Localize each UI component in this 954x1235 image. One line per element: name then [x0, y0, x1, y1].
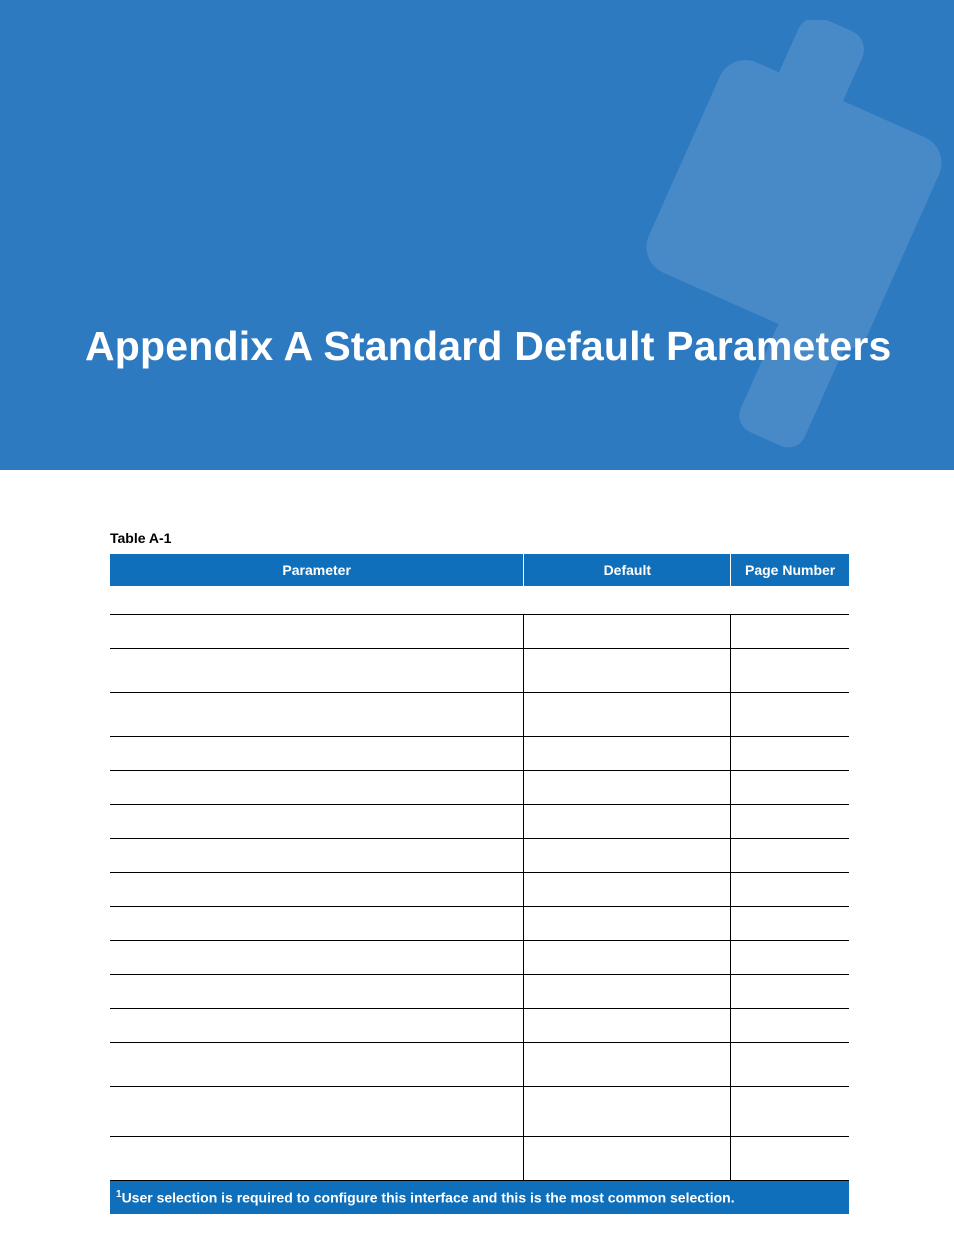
table-spacer-row — [110, 586, 849, 614]
table-row — [110, 692, 849, 736]
page-title: Appendix A Standard Default Parameters — [85, 323, 892, 370]
table-footnote: 1User selection is required to configure… — [110, 1180, 849, 1214]
table-row — [110, 838, 849, 872]
table-row — [110, 736, 849, 770]
footnote-text: User selection is required to configure … — [122, 1190, 735, 1206]
table-row — [110, 872, 849, 906]
table-row — [110, 1008, 849, 1042]
table-row — [110, 974, 849, 1008]
table-row — [110, 804, 849, 838]
scanner-watermark-icon — [584, 20, 954, 450]
page-banner: Appendix A Standard Default Parameters — [0, 0, 954, 470]
table-row — [110, 906, 849, 940]
table-row — [110, 770, 849, 804]
header-default: Default — [524, 554, 731, 586]
header-parameter: Parameter — [110, 554, 524, 586]
table-row — [110, 1086, 849, 1136]
parameters-table: Parameter Default Page Number 1User sele — [110, 554, 849, 1214]
table-row — [110, 614, 849, 648]
table-header-row: Parameter Default Page Number — [110, 554, 849, 586]
table-row — [110, 648, 849, 692]
table-row — [110, 940, 849, 974]
table-caption: Table A-1 — [110, 530, 849, 546]
table-row — [110, 1042, 849, 1086]
header-page-number: Page Number — [731, 554, 849, 586]
table-row — [110, 1136, 849, 1180]
content-area: Table A-1 Parameter Default Page Number — [0, 470, 954, 1214]
